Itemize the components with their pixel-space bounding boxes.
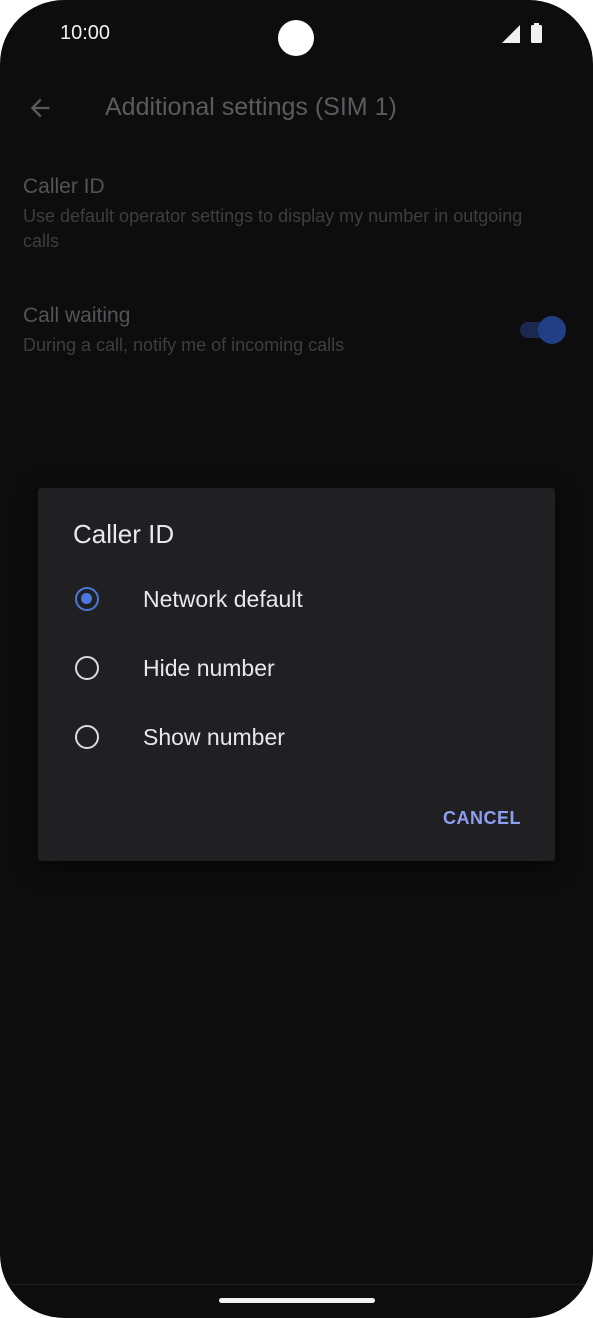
camera-cutout [278,20,314,56]
option-label: Hide number [143,655,275,681]
signal-icon [502,25,520,43]
option-network-default[interactable]: Network default [38,571,555,633]
option-hide-number[interactable]: Hide number [38,640,555,702]
setting-summary: Use default operator settings to display… [23,206,523,251]
option-show-number[interactable]: Show number [38,709,555,771]
status-time: 10:00 [60,22,111,44]
toggle-thumb [538,316,566,344]
dialog-title: Caller ID [73,519,175,549]
nav-divider [0,1284,593,1285]
app-bar: Additional settings (SIM 1) [0,80,593,136]
option-label: Network default [143,586,303,612]
phone-screen: 10:00 Additional settings (SIM 1) Caller… [0,0,593,1318]
arrow-left-icon[interactable] [26,94,54,122]
caller-id-dialog: Caller ID Network default Hide number Sh… [38,488,555,861]
radio-unselected-icon[interactable] [75,725,99,749]
setting-summary: During a call, notify me of incoming cal… [23,335,345,355]
option-label: Show number [143,724,285,750]
call-waiting-toggle[interactable] [518,316,566,344]
cancel-button[interactable]: CANCEL [432,801,532,835]
radio-selected-icon[interactable] [75,587,99,611]
battery-icon [531,23,542,43]
status-bar: 10:00 [0,0,593,70]
page-title: Additional settings (SIM 1) [105,93,397,121]
home-indicator[interactable] [219,1298,375,1303]
setting-title: Call waiting [23,304,131,327]
setting-title: Caller ID [23,175,105,198]
radio-unselected-icon[interactable] [75,656,99,680]
